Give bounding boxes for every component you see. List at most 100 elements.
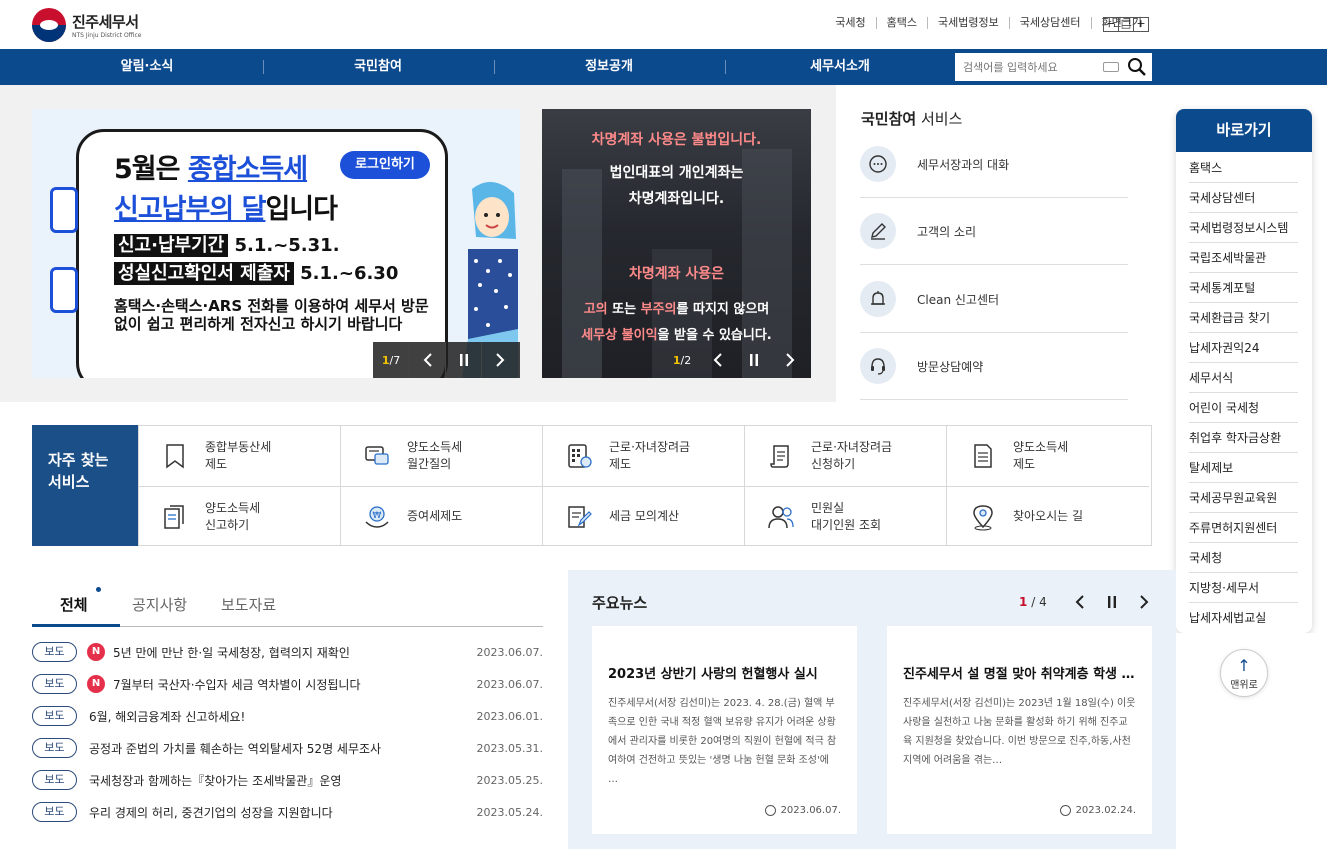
service-item-visit[interactable]: 방문상담예약 <box>860 333 1128 400</box>
news-card-date-row: 2023.06.07. <box>764 805 841 816</box>
frequent-label: 신청하기 <box>811 457 856 471</box>
notice-row[interactable]: 보도 6월, 해외금융계좌 신고하세요! 2023.06.01. <box>32 705 543 727</box>
pause-slide-button[interactable] <box>736 342 772 378</box>
news-card[interactable]: 진주세무서 설 명절 맞아 취약계층 학생 … 진주세무서(서장 김선미)는 2… <box>887 626 1152 834</box>
notice-date: 2023.05.31. <box>476 741 543 755</box>
frequent-item-transfer-qna[interactable]: 양도소득세 월간질의 <box>340 426 543 486</box>
zoom-reset-button[interactable]: □ <box>1118 17 1134 32</box>
site-logo[interactable]: 진주세무서 NTS Jinju District Office <box>32 8 141 42</box>
frequent-item-eitc-apply[interactable]: 근로·자녀장려금 신청하기 <box>744 426 947 486</box>
notice-date: 2023.05.25. <box>476 773 543 787</box>
active-tab-dot <box>96 587 101 592</box>
next-slide-button[interactable] <box>481 342 517 378</box>
news-card-body: 진주세무서(서장 김선미)는 2023. 4. 28.(금) 혈액 부족으로 인… <box>608 698 837 785</box>
frequent-services-grid: 종합부동산세 제도 양도소득세 월간질의 근로·자녀장려금 제도 근로·자녀장려금 신청… <box>138 425 1152 546</box>
people-icon <box>768 505 794 528</box>
quick-link[interactable]: 세무서식 <box>1189 363 1298 393</box>
main-nav: 알림·소식 국민참여 정보공개 세무서소개 <box>0 49 1327 85</box>
notice-title[interactable]: 5년 만에 만난 한·일 국세청장, 협력의지 재확인 <box>113 644 469 661</box>
news-next-button[interactable] <box>1136 594 1152 610</box>
util-link-law[interactable]: 국세법령정보 <box>927 17 1009 29</box>
banner-login-button[interactable]: 로그인하기 <box>340 151 430 179</box>
next-slide-button[interactable] <box>772 342 808 378</box>
quick-link[interactable]: 국세청 <box>1189 543 1298 573</box>
pause-icon <box>459 354 468 366</box>
frequent-item-directions[interactable]: 찾아오시는 길 <box>946 486 1149 546</box>
notice-row[interactable]: 보도 N 5년 만에 만난 한·일 국세청장, 협력의지 재확인 2023.06… <box>32 641 543 663</box>
pause-slide-button[interactable] <box>445 342 481 378</box>
notice-row[interactable]: 보도 N 7월부터 국산자·수입자 세금 역차별이 시정됩니다 2023.06.… <box>32 673 543 695</box>
prev-slide-button[interactable] <box>700 342 736 378</box>
zoom-in-button[interactable]: + <box>1133 17 1149 32</box>
quick-link[interactable]: 국세통계포털 <box>1189 273 1298 303</box>
quick-link[interactable]: 홈택스 <box>1189 153 1298 183</box>
banner-period-row: 신고·납부기간 5.1.~5.31. <box>114 231 340 257</box>
back-to-top-button[interactable]: ↑ 맨위로 <box>1220 649 1268 697</box>
frequent-item-property-tax[interactable]: 종합부동산세 제도 <box>138 426 341 486</box>
frequent-item-waiting[interactable]: 민원실 대기인원 조회 <box>744 486 947 546</box>
quick-link[interactable]: 국세공무원교육원 <box>1189 483 1298 513</box>
news-card[interactable]: 2023년 상반기 사랑의 헌혈행사 실시 진주세무서(서장 김선미)는 202… <box>592 626 857 834</box>
quick-link[interactable]: 취업후 학자금상환 <box>1189 423 1298 453</box>
frequent-item-tax-simulation[interactable]: 세금 모의계산 <box>542 486 745 546</box>
search-input[interactable] <box>955 53 1095 81</box>
binder-clip <box>50 267 78 313</box>
frequent-label: 양도소득세 <box>205 500 261 515</box>
notice-title[interactable]: 우리 경제의 허리, 중견기업의 성장을 지원합니다 <box>89 804 469 821</box>
news-card-body: 진주세무서(서장 김선미)는 2023년 1월 18일(수) 이웃 사랑을 실천… <box>903 698 1136 766</box>
banner1-page-indicator: 1/7 <box>381 353 401 367</box>
document-icon <box>974 444 992 468</box>
zoom-out-button[interactable]: − <box>1103 17 1119 32</box>
borrowed-account-banner[interactable]: 차명계좌 사용은 불법입니다. 법인대표의 개인계좌는 차명계좌입니다. 차명계… <box>542 109 811 378</box>
util-link-consult[interactable]: 국세상담센터 <box>1008 17 1091 29</box>
keyboard-icon[interactable] <box>1103 62 1119 72</box>
income-tax-banner[interactable]: 5월은 종합소득세 로그인하기 신고납부의 달입니다 신고·납부기간 5.1.~… <box>32 109 520 378</box>
util-link-hometax[interactable]: 홈택스 <box>875 17 927 29</box>
quick-link[interactable]: 주류면허지원센터 <box>1189 513 1298 543</box>
notice-title[interactable]: 6월, 해외금융계좌 신고하세요! <box>89 708 469 725</box>
service-item-dialogue[interactable]: 세무서장과의 대화 <box>860 131 1128 198</box>
won-hand-icon: ₩ <box>365 505 389 528</box>
notice-title[interactable]: 7월부터 국산자·수입자 세금 역차별이 시정됩니다 <box>113 676 469 693</box>
notice-row[interactable]: 보도 국세청장과 함께하는『찾아가는 조세박물관』운영 2023.05.25. <box>32 769 543 791</box>
quick-link[interactable]: 국립조세박물관 <box>1189 243 1298 273</box>
frequent-item-transfer-file[interactable]: 양도소득세 신고하기 <box>138 486 341 546</box>
quick-link[interactable]: 국세법령정보시스템 <box>1189 213 1298 243</box>
tab-press[interactable]: 보도자료 <box>221 594 276 615</box>
news-prev-button[interactable] <box>1072 594 1088 610</box>
quick-link[interactable]: 탈세제보 <box>1189 453 1298 483</box>
util-link-nts[interactable]: 국세청 <box>825 17 875 29</box>
prev-slide-button[interactable] <box>409 342 445 378</box>
nav-item-about[interactable]: 세무서소개 <box>725 49 955 85</box>
nav-item-news[interactable]: 알림·소식 <box>32 49 262 85</box>
news-pause-button[interactable] <box>1104 594 1120 610</box>
nav-item-disclosure[interactable]: 정보공개 <box>494 49 724 85</box>
notice-title[interactable]: 공정과 준법의 가치를 훼손하는 역외탈세자 52명 세무조사 <box>89 740 469 757</box>
notice-row[interactable]: 보도 우리 경제의 허리, 중견기업의 성장을 지원합니다 2023.05.24… <box>32 801 543 823</box>
frequent-item-gift-tax[interactable]: ₩ 증여세제도 <box>340 486 543 546</box>
quick-link[interactable]: 지방청·세무서 <box>1189 573 1298 603</box>
quick-link[interactable]: 납세자세법교실 <box>1189 603 1298 633</box>
quick-link[interactable]: 국세환급금 찾기 <box>1189 303 1298 333</box>
quick-link[interactable]: 어린이 국세청 <box>1189 393 1298 423</box>
banner2-subtitle-2: 차명계좌입니다. <box>628 191 725 207</box>
notice-title[interactable]: 국세청장과 함께하는『찾아가는 조세박물관』운영 <box>89 772 469 789</box>
search-icon[interactable] <box>1127 57 1147 77</box>
news-card-title[interactable]: 진주세무서 설 명절 맞아 취약계층 학생 … <box>903 663 1136 682</box>
quick-link[interactable]: 납세자권익24 <box>1189 333 1298 363</box>
notice-row[interactable]: 보도 공정과 준법의 가치를 훼손하는 역외탈세자 52명 세무조사 2023.… <box>32 737 543 759</box>
tab-announcements[interactable]: 공지사항 <box>132 594 187 615</box>
nav-item-participation[interactable]: 국민참여 <box>263 49 493 85</box>
frequent-item-transfer-system[interactable]: 양도소득세 제도 <box>946 426 1149 486</box>
service-item-voice[interactable]: 고객의 소리 <box>860 198 1128 265</box>
frequent-item-eitc[interactable]: 근로·자녀장려금 제도 <box>542 426 745 486</box>
service-item-clean[interactable]: Clean 신고센터 <box>860 266 1128 333</box>
frequent-label: 제도 <box>1013 457 1036 471</box>
pause-icon <box>750 354 758 366</box>
tab-all[interactable]: 전체 <box>60 594 88 615</box>
notice-date: 2023.06.07. <box>476 645 543 659</box>
quick-link[interactable]: 국세상담센터 <box>1189 183 1298 213</box>
pencil-icon <box>860 213 896 249</box>
active-tab-underline <box>32 624 120 627</box>
news-card-title[interactable]: 2023년 상반기 사랑의 헌혈행사 실시 <box>608 663 841 682</box>
